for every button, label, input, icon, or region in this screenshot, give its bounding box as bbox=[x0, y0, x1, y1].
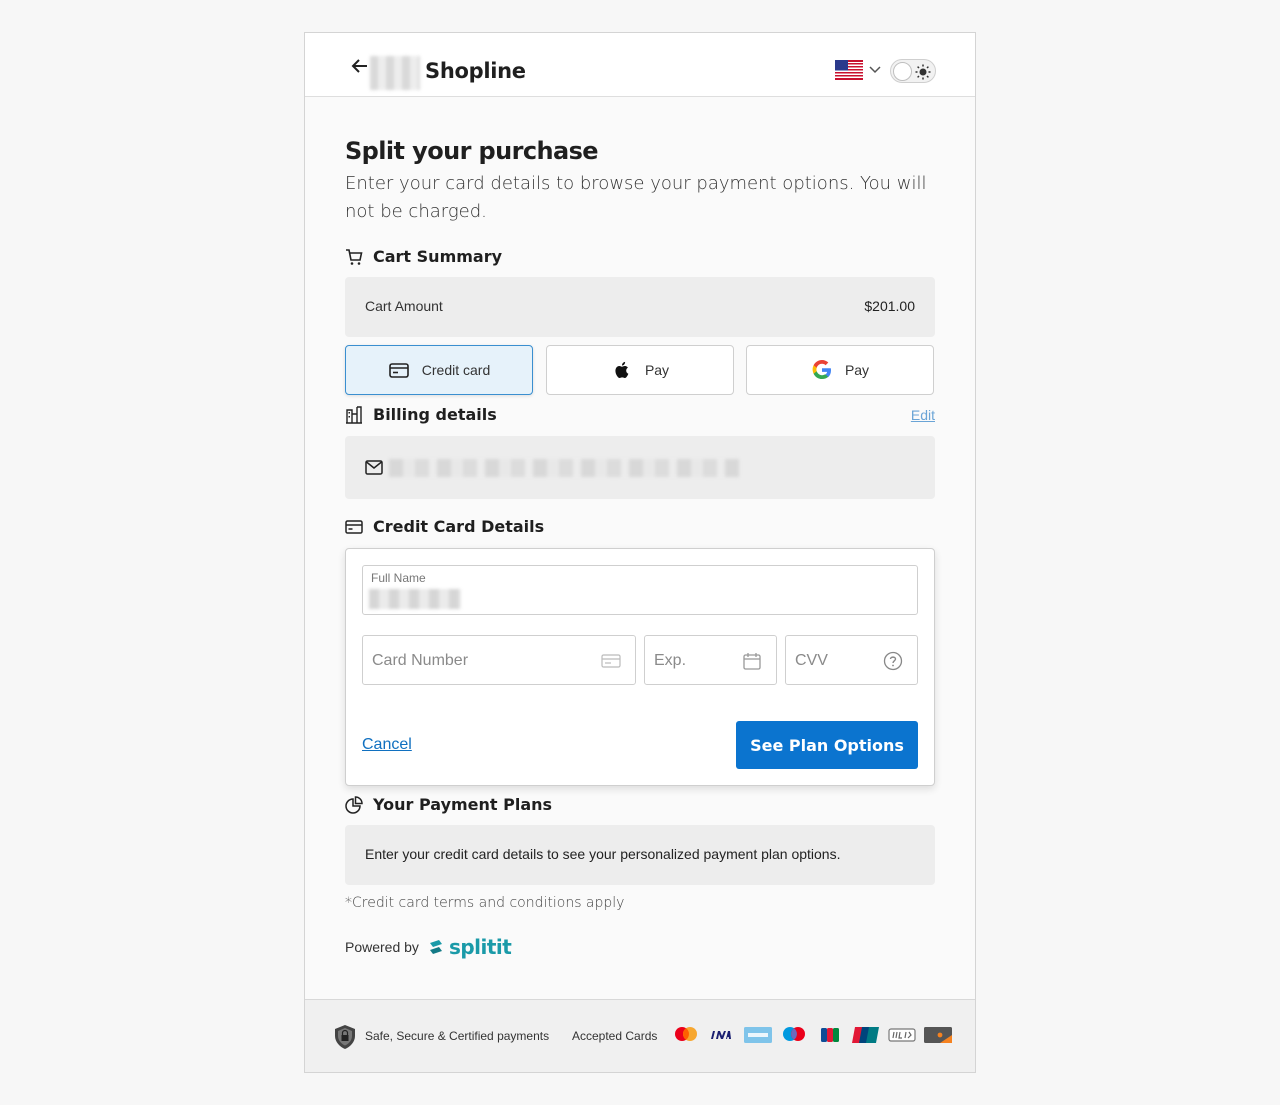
top-bar: Shopline bbox=[305, 33, 975, 97]
cart-summary-heading: Cart Summary bbox=[345, 247, 502, 266]
billing-email-redacted bbox=[389, 459, 739, 477]
chevron-down-icon[interactable] bbox=[869, 66, 881, 74]
card-number-input[interactable]: Card Number bbox=[362, 635, 636, 685]
sun-icon bbox=[915, 64, 931, 80]
checkout-frame: Shopline Split your purchase Enter your … bbox=[304, 32, 976, 1073]
credit-card-icon bbox=[345, 519, 363, 534]
card-number-placeholder: Card Number bbox=[372, 652, 469, 669]
credit-card-tab[interactable]: Credit card bbox=[345, 345, 533, 395]
theme-toggle[interactable] bbox=[890, 59, 936, 83]
edit-billing-link[interactable]: Edit bbox=[911, 407, 935, 423]
maestro-icon bbox=[783, 1027, 805, 1041]
pie-chart-icon bbox=[345, 795, 363, 814]
apple-icon bbox=[615, 361, 629, 378]
shield-icon bbox=[335, 1025, 355, 1049]
discover-icon bbox=[924, 1027, 952, 1043]
us-flag-icon[interactable] bbox=[835, 60, 863, 80]
building-icon bbox=[346, 405, 362, 424]
billing-details-label: Billing details bbox=[373, 405, 497, 424]
full-name-label: Full Name bbox=[371, 571, 426, 585]
footer: Safe, Secure & Certified payments Accept… bbox=[305, 999, 975, 1072]
expiry-placeholder: Exp. bbox=[654, 652, 687, 669]
apple-pay-label: Pay bbox=[644, 362, 670, 378]
apple-pay-button[interactable]: Pay bbox=[546, 345, 734, 395]
google-icon bbox=[812, 360, 831, 379]
accepted-cards-list bbox=[671, 1024, 953, 1046]
cart-icon bbox=[346, 248, 363, 265]
payment-plans-box: Enter your credit card details to see yo… bbox=[345, 825, 935, 885]
payment-plans-heading: Your Payment Plans bbox=[345, 795, 552, 814]
credit-card-details-heading: Credit Card Details bbox=[345, 517, 544, 536]
cvv-placeholder: CVV bbox=[795, 652, 828, 669]
cart-amount-label: Cart Amount bbox=[365, 298, 443, 314]
page-subtitle: Enter your card details to browse your p… bbox=[345, 173, 927, 222]
powered-by-label: Powered by bbox=[345, 939, 419, 955]
cart-amount-row: Cart Amount $201.00 bbox=[345, 277, 935, 337]
upi-icon bbox=[888, 1028, 916, 1042]
secure-payments-text: Safe, Secure & Certified payments bbox=[365, 1029, 550, 1043]
cancel-link[interactable]: Cancel bbox=[362, 736, 412, 754]
payment-plans-label: Your Payment Plans bbox=[373, 795, 553, 814]
see-plan-options-button[interactable]: See Plan Options bbox=[736, 721, 918, 769]
splitit-logo: splitit bbox=[427, 935, 512, 959]
toggle-knob bbox=[893, 62, 912, 81]
store-logo bbox=[370, 56, 420, 90]
back-arrow-icon[interactable] bbox=[351, 58, 369, 74]
credit-card-icon bbox=[388, 363, 409, 378]
mastercard-icon bbox=[675, 1027, 697, 1041]
expiry-input[interactable]: Exp. bbox=[644, 635, 777, 685]
full-name-field[interactable]: Full Name bbox=[362, 565, 918, 615]
cart-amount-value: $201.00 bbox=[864, 298, 915, 314]
google-pay-button[interactable]: Pay bbox=[746, 345, 934, 395]
payment-plans-message: Enter your credit card details to see yo… bbox=[365, 846, 841, 862]
google-pay-label: Pay bbox=[844, 362, 870, 378]
billing-email-row bbox=[345, 436, 935, 499]
card-icon bbox=[601, 654, 621, 668]
calendar-icon bbox=[743, 653, 761, 670]
card-form: Full Name Card Number Exp. CVV Cancel Se… bbox=[345, 548, 935, 786]
cvv-input[interactable]: CVV bbox=[785, 635, 918, 685]
help-icon[interactable] bbox=[883, 651, 903, 671]
cart-summary-label: Cart Summary bbox=[373, 247, 503, 266]
accepted-cards-label: Accepted Cards bbox=[572, 1029, 658, 1043]
amex-icon bbox=[744, 1027, 772, 1043]
full-name-value-redacted bbox=[369, 589, 461, 609]
page-title: Split your purchase bbox=[345, 137, 599, 165]
terms-note: *Credit card terms and conditions apply bbox=[345, 895, 625, 911]
unionpay-icon bbox=[852, 1027, 879, 1043]
splitit-mark-icon bbox=[429, 940, 442, 954]
credit-card-details-label: Credit Card Details bbox=[373, 517, 545, 536]
billing-details-heading: Billing details bbox=[345, 405, 497, 424]
mail-icon bbox=[365, 460, 383, 475]
store-name: Shopline bbox=[425, 59, 526, 83]
jcb-icon bbox=[821, 1028, 839, 1042]
powered-by: Powered by splitit bbox=[345, 935, 512, 959]
visa-icon bbox=[711, 1031, 731, 1039]
credit-card-tab-label: Credit card bbox=[421, 362, 491, 378]
splitit-wordmark: splitit bbox=[448, 935, 512, 959]
